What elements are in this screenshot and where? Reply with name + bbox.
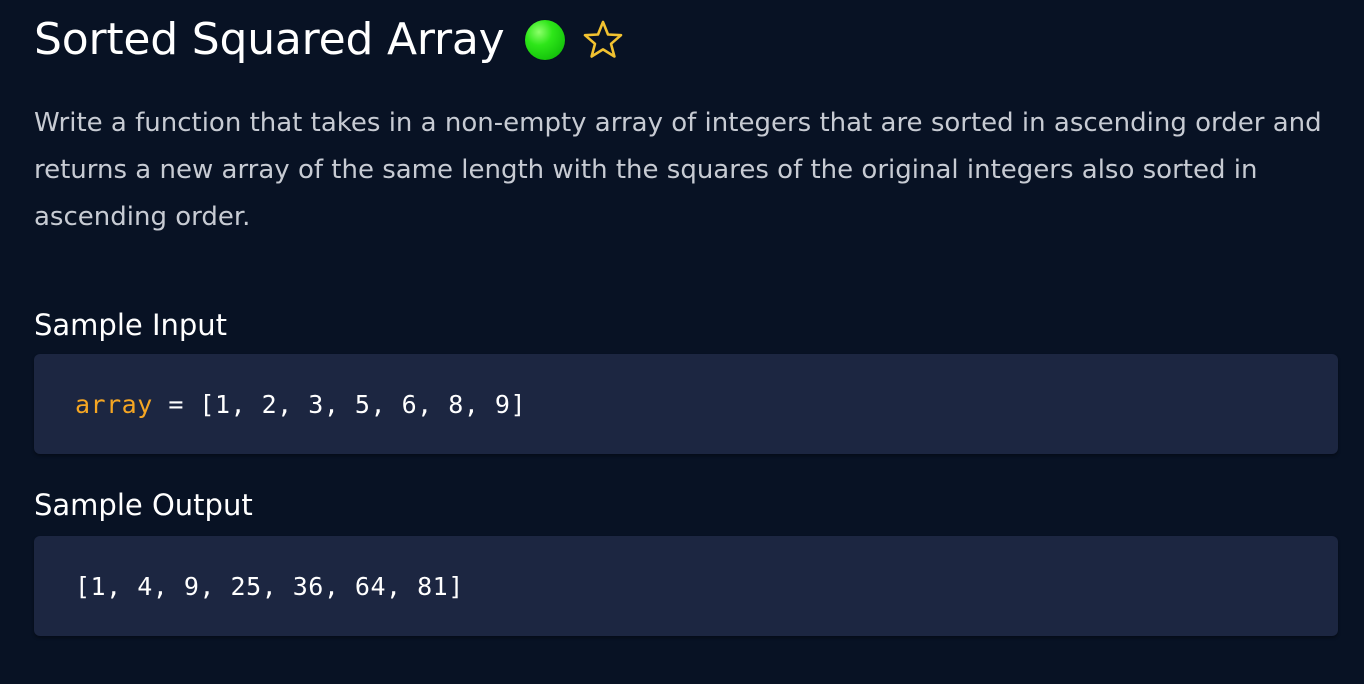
difficulty-indicator-icon (524, 20, 565, 60)
code-operator: = (152, 389, 200, 419)
sample-input-heading: Sample Input (34, 308, 228, 342)
code-value: [1, 2, 3, 5, 6, 8, 9] (199, 389, 526, 419)
star-icon[interactable] (581, 18, 625, 62)
code-variable: array (75, 389, 153, 419)
sample-input-code: array = [1, 2, 3, 5, 6, 8, 9] (75, 354, 526, 454)
sample-output-code: [1, 4, 9, 25, 36, 64, 81] (75, 536, 464, 636)
sample-output-code-block: [1, 4, 9, 25, 36, 64, 81] (34, 536, 1338, 636)
page-title: Sorted Squared Array (34, 14, 505, 65)
title-row: Sorted Squared Array (34, 12, 625, 68)
code-value: [1, 4, 9, 25, 36, 64, 81] (75, 571, 464, 601)
sample-output-heading: Sample Output (34, 488, 253, 522)
problem-description: Write a function that takes in a non-emp… (34, 108, 1322, 232)
sample-input-code-block: array = [1, 2, 3, 5, 6, 8, 9] (34, 354, 1338, 454)
question-page: Sorted Squared Array Write a function th… (0, 0, 1364, 684)
